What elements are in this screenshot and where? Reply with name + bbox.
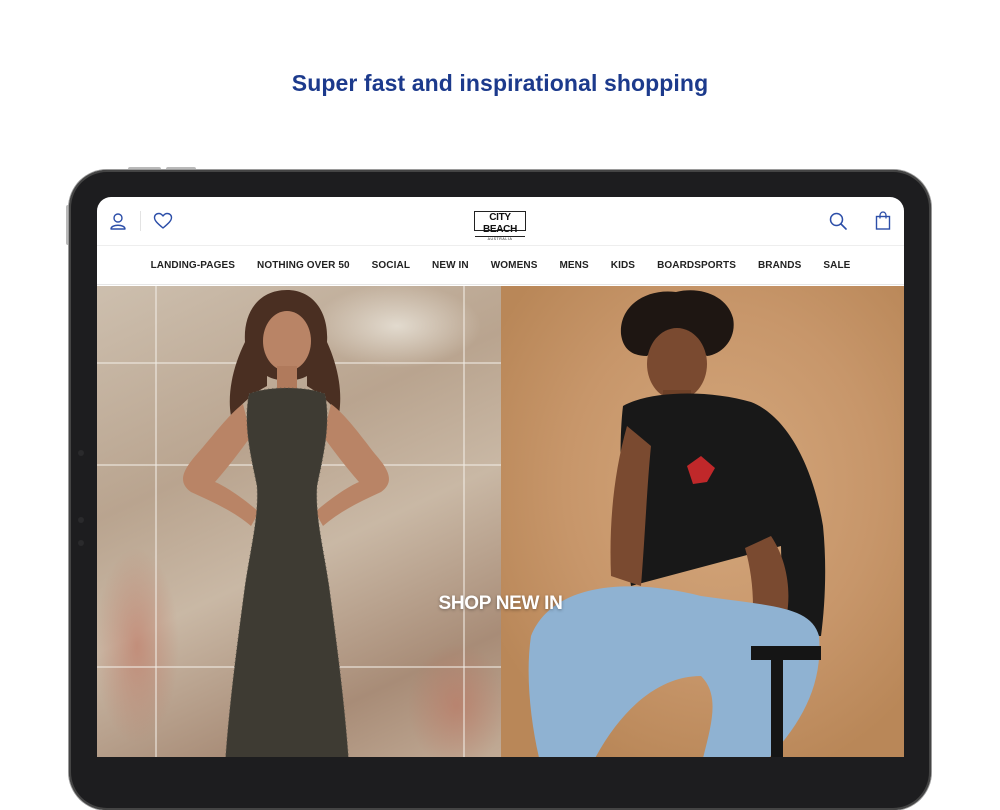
city-beach-logo[interactable]: CITY BEACH AUSTRALIA <box>474 211 526 241</box>
nav-item-kids[interactable]: KIDS <box>600 260 646 271</box>
nav-item-landing-pages[interactable]: LANDING-PAGES <box>140 260 246 271</box>
hero-image-womens <box>97 286 501 757</box>
hero-banner[interactable]: SHOP NEW IN <box>97 286 904 757</box>
hero-image-mens <box>501 286 904 757</box>
app-header: CITY BEACH AUSTRALIA <box>97 197 904 246</box>
header-divider <box>140 211 141 231</box>
logo-subtext: AUSTRALIA <box>475 236 525 241</box>
nav-item-new-in[interactable]: NEW IN <box>421 260 480 271</box>
model-man-illustration <box>528 290 826 757</box>
app-screen: CITY BEACH AUSTRALIA LANDING-PAGES NOTHI… <box>97 197 904 757</box>
nav-item-social[interactable]: SOCIAL <box>361 260 421 271</box>
logo-text: CITY BEACH <box>482 212 518 235</box>
nav-item-sale[interactable]: SALE <box>812 260 861 271</box>
tablet-camera-dot <box>78 450 84 456</box>
hero-cta-shop-new-in[interactable]: SHOP NEW IN <box>97 593 904 615</box>
marketing-headline: Super fast and inspirational shopping <box>291 70 709 96</box>
nav-item-mens[interactable]: MENS <box>548 260 599 271</box>
model-woman-illustration <box>183 290 389 757</box>
shopping-bag-icon[interactable] <box>875 211 891 230</box>
tablet-sensor-dot <box>78 517 84 523</box>
nav-item-brands[interactable]: BRANDS <box>747 260 812 271</box>
tablet-sensor-dot-2 <box>78 540 84 546</box>
nav-item-nothing-over-50[interactable]: NOTHING OVER 50 <box>246 260 361 271</box>
main-navigation: LANDING-PAGES NOTHING OVER 50 SOCIAL NEW… <box>97 246 904 285</box>
nav-item-womens[interactable]: WOMENS <box>480 260 549 271</box>
account-icon[interactable] <box>109 212 127 230</box>
wishlist-heart-icon[interactable] <box>153 212 173 230</box>
search-icon[interactable] <box>829 212 847 230</box>
nav-item-boardsports[interactable]: BOARDSPORTS <box>646 260 747 271</box>
